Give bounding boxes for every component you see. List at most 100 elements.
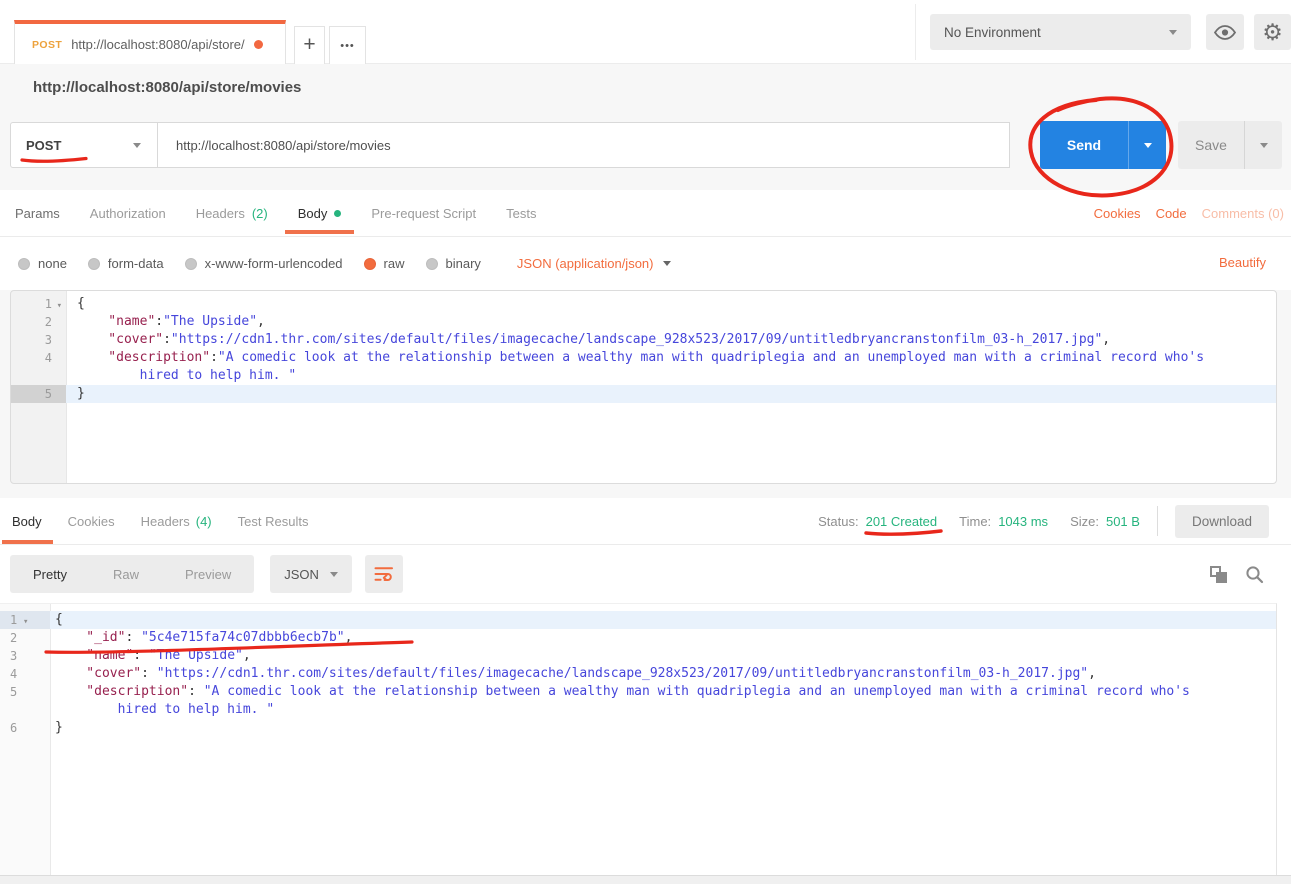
bottom-strip [0,875,1291,884]
response-meta: Status: 201 Created Time: 1043 ms Size: 501… [818,505,1291,538]
tab-tests[interactable]: Tests [506,190,536,236]
code-line: 5 "description": "A comedic look at the … [0,683,1276,701]
new-tab-button[interactable]: + [294,26,325,65]
method-selected-label: POST [26,138,61,153]
tab-url-label: http://localhost:8080/api/store/ [71,37,244,52]
code-line: 2 "_id": "5c4e715fa74c07dbbb6ecb7b", [0,629,1276,647]
response-toolbar: Pretty Raw Preview JSON [0,545,1291,603]
request-tabs-row: Params Authorization Headers (2) Body Pr… [0,190,1291,237]
send-button[interactable]: Send [1040,121,1128,169]
word-wrap-icon [374,566,394,582]
tab-headers[interactable]: Headers (2) [196,190,268,236]
radio-icon [426,258,438,270]
response-panel: Body Cookies Headers (4) Test Results St… [0,498,1291,875]
body-mode-urlencoded[interactable]: x-www-form-urlencoded [185,256,343,271]
code-line: 3 "cover":"https://cdn1.thr.com/sites/de… [11,331,1276,349]
radio-icon [18,258,30,270]
code-line: 3 "name": "The Upside", [0,647,1276,665]
chevron-down-icon [1260,143,1268,148]
tab-body[interactable]: Body [298,190,342,236]
code-line: 2 "name":"The Upside", [11,313,1276,331]
code-line: 4 "cover": "https://cdn1.thr.com/sites/d… [0,665,1276,683]
request-body-editor[interactable]: 1▾ { 2 "name":"The Upside", 3 "cover":"h… [10,290,1277,484]
radio-selected-icon [364,258,376,270]
size-label: Size: [1070,514,1099,529]
download-button[interactable]: Download [1175,505,1269,538]
tab-authorization[interactable]: Authorization [90,190,166,236]
status-value: 201 Created [866,514,938,529]
view-mode-raw[interactable]: Raw [90,567,162,582]
response-headers-count-badge: (4) [196,514,212,529]
comments-link[interactable]: Comments (0) [1202,206,1284,221]
size-value: 501 B [1106,514,1140,529]
page-title: http://localhost:8080/api/store/movies [33,79,301,96]
save-button[interactable]: Save [1178,121,1244,169]
code-link[interactable]: Code [1156,206,1187,221]
save-button-group: Save [1178,121,1282,169]
save-options-button[interactable] [1244,121,1282,169]
send-button-group: Send [1040,121,1166,169]
code-line: 4 "description":"A comedic look at the r… [11,349,1276,367]
unsaved-changes-dot-icon [254,40,263,49]
body-set-dot-icon [334,210,341,217]
environment-preview-button[interactable] [1206,14,1244,50]
body-mode-none[interactable]: none [18,256,67,271]
app-header: POST http://localhost:8080/api/store/ + … [0,0,1291,64]
response-toolbar-icons [1210,565,1291,584]
body-mode-row: none form-data x-www-form-urlencoded raw… [0,237,1291,290]
body-mode-binary[interactable]: binary [426,256,481,271]
content-type-select[interactable]: JSON (application/json) [517,256,672,271]
code-line-wrap: hired to help him. " [0,701,1276,719]
code-line-wrap: hired to help him. " [11,367,1276,385]
code-line-active: 1▾ { [0,611,1276,629]
request-tab-header[interactable]: POST http://localhost:8080/api/store/ [14,20,286,65]
response-tab-headers[interactable]: Headers (4) [141,498,212,544]
view-mode-pretty[interactable]: Pretty [10,567,90,582]
body-mode-form-data[interactable]: form-data [88,256,164,271]
response-tab-cookies[interactable]: Cookies [68,498,115,544]
view-mode-switch: Pretty Raw Preview [10,555,254,593]
chevron-down-icon [330,572,338,577]
code-line: 6 } [0,719,1276,737]
send-options-button[interactable] [1128,121,1166,169]
chevron-down-icon [133,143,141,148]
cookies-link[interactable]: Cookies [1094,206,1141,221]
response-tab-body[interactable]: Body [12,498,42,544]
settings-button[interactable]: ⚙ [1254,14,1291,50]
chevron-down-icon [1144,143,1152,148]
eye-icon [1214,25,1236,40]
body-mode-raw[interactable]: raw [364,256,405,271]
gear-icon: ⚙ [1262,21,1283,44]
response-format-select[interactable]: JSON [270,555,352,593]
divider [1157,506,1158,536]
view-mode-preview[interactable]: Preview [162,567,254,582]
chevron-down-icon [1169,30,1177,35]
response-tabs-row: Body Cookies Headers (4) Test Results St… [0,498,1291,545]
search-button[interactable] [1245,565,1264,584]
radio-icon [185,258,197,270]
response-body-editor[interactable]: 1▾ { 2 "_id": "5c4e715fa74c07dbbb6ecb7b"… [0,603,1277,875]
environment-selected-label: No Environment [944,25,1041,40]
header-divider [915,4,916,60]
copy-button[interactable] [1210,566,1227,583]
tab-pre-request-script[interactable]: Pre-request Script [371,190,476,236]
code-line: 1▾ { [11,295,1276,313]
chevron-down-icon [663,261,671,266]
code-line-active: 5 } [11,385,1276,403]
response-tab-test-results[interactable]: Test Results [238,498,309,544]
radio-icon [88,258,100,270]
headers-count-badge: (2) [252,206,268,221]
tab-params[interactable]: Params [15,190,60,236]
time-value: 1043 ms [998,514,1048,529]
beautify-link[interactable]: Beautify [1219,255,1266,270]
more-tabs-button[interactable]: ••• [329,26,366,65]
environment-select[interactable]: No Environment [930,14,1191,50]
url-builder-row: POST Send Save [0,110,1291,190]
wrap-lines-button[interactable] [365,555,403,593]
status-label: Status: [818,514,858,529]
tab-method-label: POST [32,39,62,51]
method-select[interactable]: POST [10,122,158,168]
request-links: Cookies Code Comments (0) [1094,206,1291,221]
time-label: Time: [959,514,991,529]
url-input[interactable] [157,122,1010,168]
